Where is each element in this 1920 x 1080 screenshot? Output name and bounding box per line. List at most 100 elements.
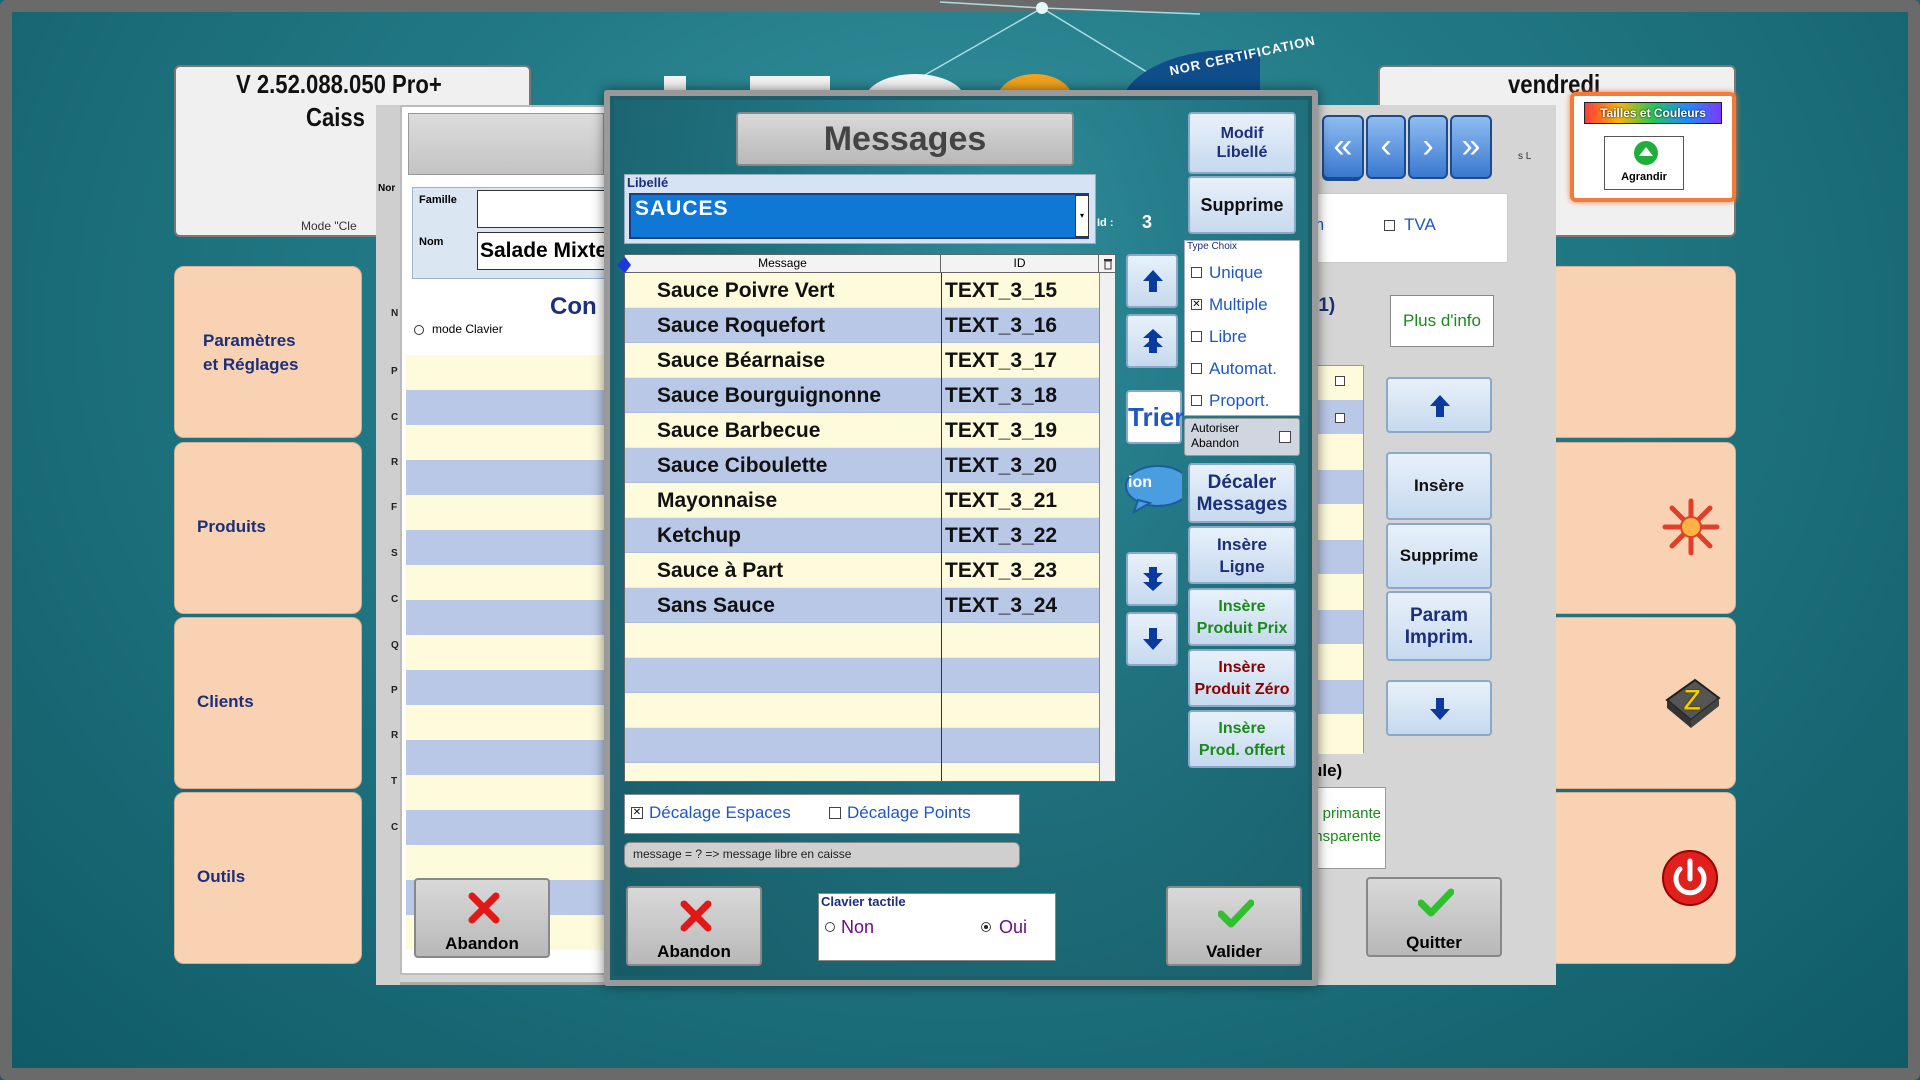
table-row[interactable]: Sauce Bourguignonne TEXT_3_18 bbox=[625, 378, 1099, 413]
abandon-button[interactable]: Abandon bbox=[626, 886, 762, 966]
automat-checkbox[interactable] bbox=[1191, 363, 1202, 374]
imprimante-transparente-button[interactable]: primante nsparente bbox=[1312, 787, 1386, 869]
mode-clavier-radio[interactable] bbox=[414, 325, 424, 335]
insere-produit-zero-button[interactable]: Insère Produit Zéro bbox=[1188, 649, 1296, 707]
produits-button[interactable]: Produits bbox=[174, 442, 362, 614]
oui-radio[interactable] bbox=[981, 922, 991, 932]
libelle-select[interactable]: SAUCES bbox=[629, 193, 1089, 239]
table-row[interactable]: Sauce à Part TEXT_3_23 bbox=[625, 553, 1099, 588]
tva-checkbox[interactable] bbox=[1384, 220, 1395, 231]
top-supprime-button[interactable]: Supprime bbox=[1188, 176, 1296, 234]
param-imprim-button[interactable]: Param Imprim. bbox=[1386, 591, 1492, 661]
proport-checkbox[interactable] bbox=[1191, 395, 1202, 406]
list-row[interactable] bbox=[406, 355, 608, 390]
nav-first-button[interactable]: « bbox=[1322, 115, 1364, 179]
list-row[interactable] bbox=[406, 740, 608, 775]
right-list-checkbox-2[interactable] bbox=[1335, 413, 1345, 423]
table-row[interactable] bbox=[625, 623, 1099, 658]
nom-input[interactable]: Salade Mixte bbox=[477, 232, 611, 270]
move-down-button-messages[interactable] bbox=[1126, 552, 1178, 606]
move-bottom-button[interactable] bbox=[1126, 612, 1178, 666]
col-message-header[interactable]: Message bbox=[625, 255, 941, 273]
clients-button[interactable]: Clients bbox=[174, 617, 362, 789]
trier-button[interactable]: Trier bbox=[1126, 390, 1184, 444]
table-row[interactable] bbox=[625, 763, 1099, 781]
non-radio[interactable] bbox=[825, 922, 835, 932]
right-supprime-button[interactable]: Supprime bbox=[1386, 523, 1492, 589]
type-choix-unique[interactable]: Unique bbox=[1187, 257, 1299, 289]
table-body: Sauce Poivre Vert TEXT_3_15 Sauce Roquefor… bbox=[625, 273, 1099, 781]
plus-info-button[interactable]: Plus d'info bbox=[1390, 295, 1494, 347]
libelle-dropdown-arrow[interactable]: ▾ bbox=[1075, 195, 1089, 237]
table-row[interactable] bbox=[625, 728, 1099, 763]
table-row[interactable]: Sauce Poivre Vert TEXT_3_15 bbox=[625, 273, 1099, 308]
famille-input[interactable] bbox=[477, 190, 611, 228]
move-down-button[interactable] bbox=[1386, 680, 1492, 736]
list-row[interactable] bbox=[406, 705, 608, 740]
table-row[interactable]: Sauce Roquefort TEXT_3_16 bbox=[625, 308, 1099, 343]
outils-button[interactable]: Outils bbox=[174, 792, 362, 964]
table-row[interactable]: Mayonnaise TEXT_3_21 bbox=[625, 483, 1099, 518]
table-scrollbar[interactable] bbox=[1099, 273, 1115, 781]
type-choix-proport[interactable]: Proport. bbox=[1187, 385, 1299, 417]
libre-checkbox[interactable] bbox=[1191, 331, 1202, 342]
list-row[interactable] bbox=[406, 635, 608, 670]
list-row[interactable] bbox=[406, 460, 608, 495]
modif-libelle-button[interactable]: Modif Libellé bbox=[1188, 112, 1296, 174]
move-up-button[interactable] bbox=[1386, 377, 1492, 433]
valider-button[interactable]: Valider bbox=[1166, 886, 1302, 966]
insere-button[interactable]: Insère bbox=[1386, 452, 1492, 520]
table-row[interactable]: Ketchup TEXT_3_22 bbox=[625, 518, 1099, 553]
agrandir-button[interactable]: Agrandir bbox=[1604, 136, 1684, 190]
promo-button[interactable] bbox=[1548, 442, 1736, 614]
type-choix-automat[interactable]: Automat. bbox=[1187, 353, 1299, 385]
list-row[interactable] bbox=[406, 530, 608, 565]
back-abandon-button[interactable]: Abandon bbox=[414, 878, 550, 958]
letter-r: R bbox=[391, 457, 399, 468]
speech-bubble-button[interactable]: ion bbox=[1124, 464, 1182, 514]
list-row[interactable] bbox=[406, 495, 608, 530]
z-report-button[interactable]: Z bbox=[1548, 617, 1736, 789]
type-choix-multiple[interactable]: ✕ Multiple bbox=[1187, 289, 1299, 321]
decalage-espaces-checkbox[interactable]: ✕ bbox=[631, 807, 643, 819]
quitter-button[interactable]: Quitter bbox=[1366, 877, 1502, 957]
table-row[interactable]: Sauce Béarnaise TEXT_3_17 bbox=[625, 343, 1099, 378]
unique-checkbox[interactable] bbox=[1191, 267, 1202, 278]
insere-ligne-button[interactable]: Insère Ligne bbox=[1188, 526, 1296, 584]
table-row[interactable] bbox=[625, 693, 1099, 728]
list-row[interactable] bbox=[406, 775, 608, 810]
parametres-button[interactable]: Paramètres et Réglages bbox=[174, 266, 362, 438]
nav-next-button[interactable]: › bbox=[1408, 115, 1448, 179]
nav-prev-button[interactable]: ‹ bbox=[1366, 115, 1406, 179]
decaler-messages-button[interactable]: Décaler Messages bbox=[1188, 463, 1296, 523]
list-row[interactable] bbox=[406, 425, 608, 460]
nav-last-button[interactable]: » bbox=[1450, 115, 1492, 179]
autoriser-abandon-checkbox[interactable] bbox=[1279, 431, 1291, 443]
id-cell: TEXT_3_19 bbox=[945, 419, 1058, 442]
list-row[interactable] bbox=[406, 810, 608, 845]
move-top-button[interactable] bbox=[1126, 254, 1178, 308]
right-list-checkbox-1[interactable] bbox=[1335, 376, 1345, 386]
multiple-checkbox[interactable]: ✕ bbox=[1191, 299, 1202, 310]
type-choix-libre[interactable]: Libre bbox=[1187, 321, 1299, 353]
power-icon bbox=[1662, 850, 1718, 906]
list-row[interactable] bbox=[406, 845, 608, 880]
table-row[interactable]: Sauce Barbecue TEXT_3_19 bbox=[625, 413, 1099, 448]
insere-prod-offert-button[interactable]: Insère Prod. offert bbox=[1188, 710, 1296, 768]
col-id-header[interactable]: ID bbox=[941, 255, 1099, 273]
power-button[interactable] bbox=[1548, 792, 1736, 964]
list-row[interactable] bbox=[406, 565, 608, 600]
trash-icon[interactable] bbox=[1103, 257, 1113, 270]
list-row[interactable] bbox=[406, 600, 608, 635]
right-peach-1[interactable] bbox=[1548, 266, 1736, 438]
table-row[interactable]: Sauce Ciboulette TEXT_3_20 bbox=[625, 448, 1099, 483]
list-row[interactable] bbox=[406, 390, 608, 425]
table-row[interactable] bbox=[625, 658, 1099, 693]
autoriser-abandon-box[interactable]: Autoriser Abandon bbox=[1184, 418, 1300, 456]
table-row[interactable]: Sans Sauce TEXT_3_24 bbox=[625, 588, 1099, 623]
list-row[interactable] bbox=[406, 670, 608, 705]
insere-produit-prix-button[interactable]: Insère Produit Prix bbox=[1188, 588, 1296, 646]
arrow-down-icon bbox=[1430, 698, 1450, 720]
move-up-button-messages[interactable] bbox=[1126, 314, 1178, 368]
decalage-points-checkbox[interactable] bbox=[829, 807, 841, 819]
